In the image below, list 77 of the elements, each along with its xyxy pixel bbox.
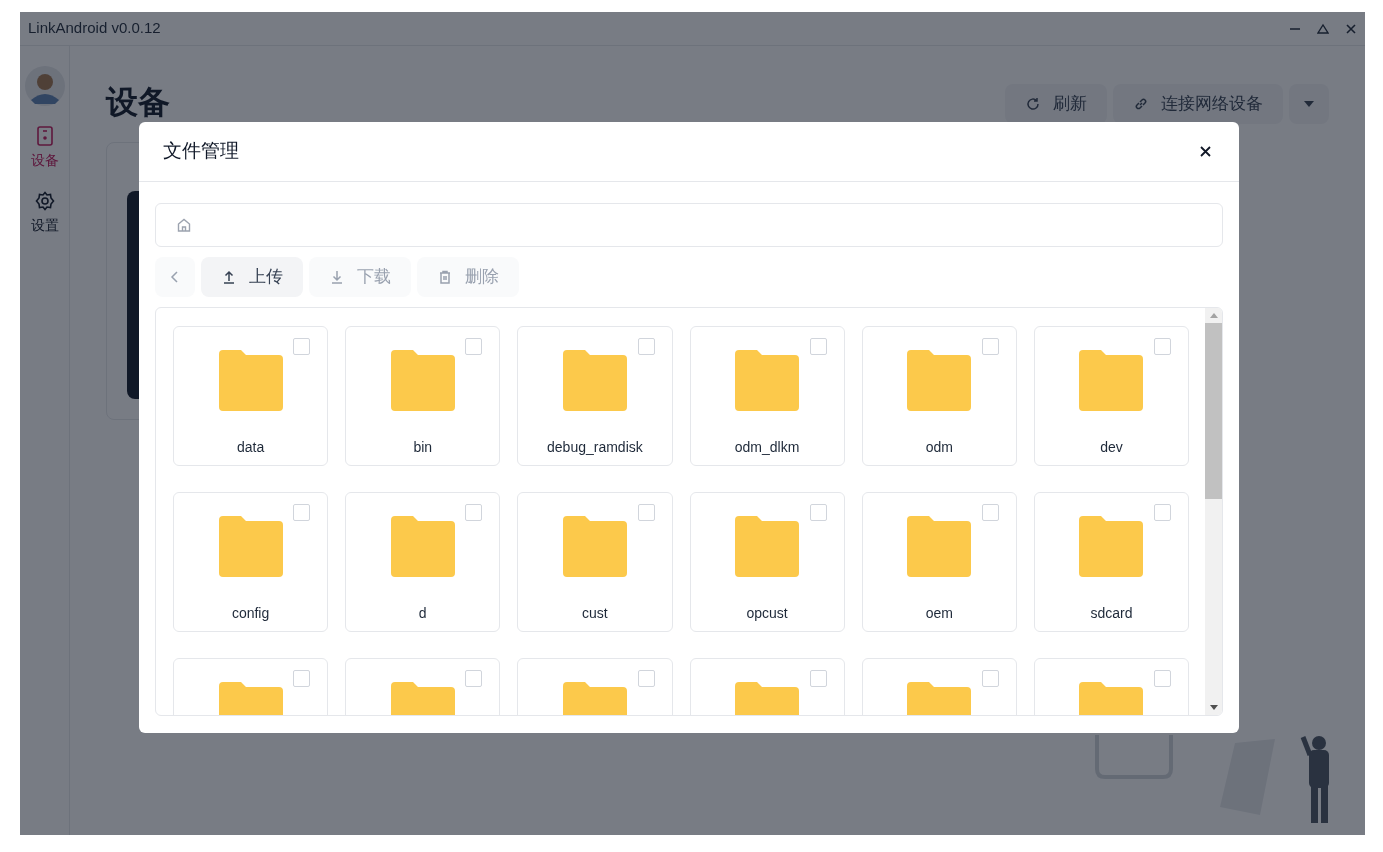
folder-name: oem bbox=[925, 604, 953, 623]
avatar-icon[interactable] bbox=[24, 66, 65, 106]
checkbox[interactable] bbox=[981, 338, 999, 355]
folder-icon bbox=[390, 350, 455, 411]
close-icon bbox=[1199, 146, 1211, 157]
home-icon[interactable] bbox=[176, 217, 192, 233]
folder-card[interactable]: dev bbox=[1033, 326, 1189, 466]
scroll-down-icon[interactable] bbox=[1209, 705, 1218, 711]
checkbox[interactable] bbox=[293, 670, 311, 687]
checkbox[interactable] bbox=[981, 670, 999, 687]
checkbox[interactable] bbox=[809, 504, 827, 521]
checkbox[interactable] bbox=[1154, 338, 1171, 355]
link-icon bbox=[1133, 96, 1149, 112]
checkbox[interactable] bbox=[637, 338, 655, 355]
checkbox[interactable] bbox=[809, 338, 827, 355]
folder-icon bbox=[735, 350, 800, 411]
caret-icon bbox=[1303, 100, 1315, 108]
checkbox[interactable] bbox=[465, 338, 483, 355]
scrollbar[interactable] bbox=[1205, 308, 1222, 715]
checkbox[interactable] bbox=[637, 504, 655, 521]
folder-card[interactable]: data bbox=[173, 326, 329, 466]
folder-name: debug_ramdisk bbox=[547, 438, 643, 457]
toolbar-button[interactable]: 上传 bbox=[201, 257, 303, 297]
folder-name: data bbox=[236, 438, 265, 457]
close-icon[interactable] bbox=[1345, 22, 1357, 35]
folder-card[interactable]: d bbox=[345, 492, 501, 632]
folder-card[interactable]: opcust bbox=[689, 492, 845, 632]
folder-icon bbox=[562, 350, 627, 411]
checkbox[interactable] bbox=[465, 670, 483, 687]
folder-name: config bbox=[231, 604, 270, 623]
folder-card[interactable]: odm_dlkm bbox=[689, 326, 845, 466]
page-title: 设备 bbox=[106, 83, 170, 122]
checkbox[interactable] bbox=[637, 670, 655, 687]
checkbox[interactable] bbox=[981, 504, 999, 521]
checkbox[interactable] bbox=[293, 504, 311, 521]
path-field[interactable] bbox=[155, 203, 1223, 247]
folder-icon bbox=[907, 350, 972, 411]
folder-icon bbox=[1079, 350, 1144, 411]
folder-name: odm bbox=[925, 438, 953, 457]
folder-card[interactable]: cust bbox=[517, 492, 673, 632]
folder-icon bbox=[735, 516, 800, 577]
folder-card[interactable]: debug_ramdisk bbox=[517, 326, 673, 466]
folder-name: cust bbox=[582, 604, 608, 623]
checkbox[interactable] bbox=[809, 670, 827, 687]
maximize-icon[interactable] bbox=[1317, 22, 1329, 35]
sidebar-item[interactable]: 设置 bbox=[30, 191, 59, 236]
folder-card[interactable]: sdcard bbox=[1033, 492, 1189, 632]
phone-icon bbox=[35, 126, 54, 146]
window-title: LinkAndroid v0.0.12 bbox=[28, 18, 161, 39]
scroll-up-icon[interactable] bbox=[1209, 312, 1218, 318]
dialog-title: 文件管理 bbox=[163, 139, 239, 164]
folder-icon bbox=[390, 516, 455, 577]
checkbox[interactable] bbox=[1154, 670, 1171, 687]
folder-card[interactable]: oem bbox=[861, 492, 1017, 632]
folder-icon bbox=[562, 516, 627, 577]
folder-name: bin bbox=[413, 438, 433, 457]
folder-name: d bbox=[418, 604, 427, 623]
folder-icon bbox=[218, 350, 283, 411]
folder-card[interactable]: config bbox=[173, 492, 329, 632]
upload-icon bbox=[221, 269, 237, 285]
refresh-icon bbox=[1025, 96, 1041, 112]
trash-icon bbox=[437, 269, 453, 285]
checkbox[interactable] bbox=[465, 504, 483, 521]
folder-icon bbox=[1079, 516, 1144, 577]
folder-card[interactable]: bin bbox=[345, 326, 501, 466]
gear-icon bbox=[34, 191, 55, 211]
checkbox[interactable] bbox=[293, 338, 311, 355]
download-icon bbox=[329, 269, 345, 285]
folder-icon bbox=[218, 516, 283, 577]
dropdown-button[interactable] bbox=[1289, 84, 1329, 124]
folder-icon bbox=[907, 516, 972, 577]
checkbox[interactable] bbox=[1154, 504, 1171, 521]
folder-name: dev bbox=[1100, 438, 1123, 457]
folder-name: odm_dlkm bbox=[734, 438, 800, 457]
folder-card[interactable]: odm bbox=[861, 326, 1017, 466]
folder-name: opcust bbox=[746, 604, 788, 623]
folder-name: sdcard bbox=[1090, 604, 1133, 623]
